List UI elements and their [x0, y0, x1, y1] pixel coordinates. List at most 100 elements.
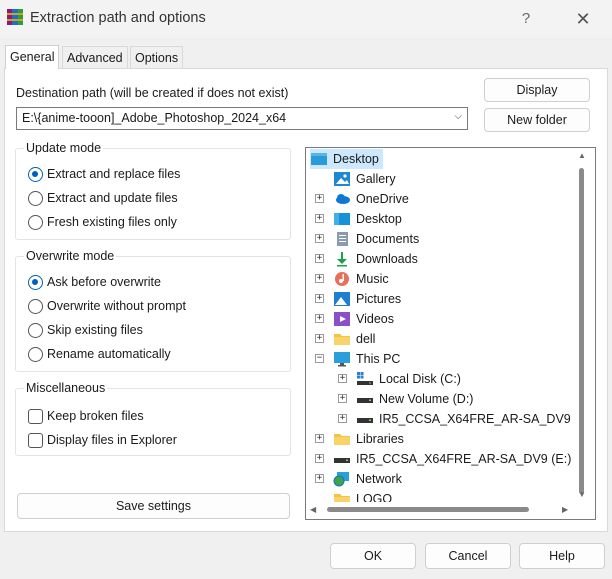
checkbox[interactable] — [28, 408, 43, 424]
tree-item-label: IR5_CCSA_X64FRE_AR-SA_DV9 (E:) — [356, 452, 572, 466]
new-folder-button[interactable]: New folder — [484, 108, 590, 132]
computer-icon — [334, 352, 350, 367]
expand-icon[interactable]: + — [315, 454, 324, 463]
tree-item-desktop[interactable]: Desktop — [333, 209, 402, 229]
expand-icon[interactable]: + — [315, 314, 324, 323]
tree-item-music[interactable]: Music — [333, 269, 389, 289]
scroll-right-icon[interactable]: ▶ — [562, 505, 568, 514]
tab-options[interactable]: Options — [130, 46, 184, 68]
tree-item-label: Network — [356, 472, 402, 486]
display-button[interactable]: Display — [484, 78, 590, 102]
scroll-up-icon[interactable]: ▲ — [578, 151, 586, 160]
tree-item-this-pc[interactable]: This PC — [333, 349, 400, 369]
tree-item-pictures[interactable]: Pictures — [333, 289, 401, 309]
checkbox-display-in-explorer[interactable]: Display files in Explorer — [28, 431, 177, 449]
tree-item-label: IR5_CCSA_X64FRE_AR-SA_DV9 ( — [379, 412, 579, 426]
expand-icon[interactable]: + — [315, 234, 324, 243]
expand-icon[interactable]: + — [315, 474, 324, 483]
expand-icon[interactable]: + — [315, 294, 324, 303]
expand-icon[interactable]: + — [315, 214, 324, 223]
tree-item-libraries[interactable]: Libraries — [333, 429, 404, 449]
radio-rename-automatically[interactable]: Rename automatically — [28, 345, 171, 363]
checkbox[interactable] — [28, 432, 43, 448]
radio-button[interactable] — [28, 298, 43, 314]
desktop-folder-icon — [334, 213, 350, 225]
tree-item-label: This PC — [356, 352, 401, 366]
collapse-icon[interactable]: − — [315, 354, 324, 363]
destination-path-value: E:\{anime-tooon]_Adobe_Photoshop_2024_x6… — [22, 111, 287, 125]
videos-icon — [334, 312, 350, 326]
folder-icon — [334, 334, 350, 345]
tree-item-onedrive[interactable]: OneDrive — [333, 189, 409, 209]
destination-path-combobox[interactable]: E:\{anime-tooon]_Adobe_Photoshop_2024_x6… — [16, 107, 468, 130]
tree-item-label: Pictures — [356, 292, 402, 306]
radio-label: Overwrite without prompt — [47, 299, 186, 313]
music-icon — [335, 272, 349, 286]
save-settings-button[interactable]: Save settings — [17, 493, 290, 519]
expand-icon[interactable]: + — [338, 374, 347, 383]
tree-item-label: Gallery — [356, 172, 396, 186]
vertical-scroll-thumb[interactable] — [579, 168, 584, 494]
expand-icon[interactable]: + — [315, 194, 324, 203]
radio-button[interactable] — [28, 214, 43, 230]
tree-item-label: Music — [356, 272, 389, 286]
radio-label: Rename automatically — [47, 347, 171, 361]
radio-label: Ask before overwrite — [47, 275, 161, 289]
tree-item-label: New Volume (D:) — [379, 392, 474, 406]
radio-skip-existing[interactable]: Skip existing files — [28, 321, 143, 339]
miscellaneous-title: Miscellaneous — [24, 381, 108, 395]
expand-icon[interactable]: + — [315, 274, 324, 283]
radio-button[interactable] — [28, 346, 43, 362]
tree-item-label: Documents — [356, 232, 420, 246]
tree-item-gallery[interactable]: Gallery — [333, 169, 396, 189]
folder-tree[interactable]: Desktop Gallery + OneDrive + Desktop + D… — [305, 147, 596, 520]
checkbox-keep-broken-files[interactable]: Keep broken files — [28, 407, 144, 425]
drive-icon — [334, 458, 350, 463]
tree-item-label: Videos — [356, 312, 394, 326]
tree-item-dell[interactable]: dell — [333, 329, 375, 349]
radio-overwrite-without-prompt[interactable]: Overwrite without prompt — [28, 297, 186, 315]
close-icon[interactable]: ✕ — [566, 6, 600, 32]
radio-ask-before-overwrite[interactable]: Ask before overwrite — [28, 273, 161, 291]
horizontal-scroll-thumb[interactable] — [327, 507, 529, 512]
expand-icon[interactable]: + — [315, 254, 324, 263]
radio-label: Fresh existing files only — [47, 215, 177, 229]
checkbox-label: Keep broken files — [47, 409, 144, 423]
checkbox-label: Display files in Explorer — [47, 433, 177, 447]
scroll-left-icon[interactable]: ◀ — [310, 505, 316, 514]
tree-item-ir5-drive-under-pc[interactable]: IR5_CCSA_X64FRE_AR-SA_DV9 ( — [356, 409, 578, 429]
scroll-down-icon[interactable]: ▼ — [578, 490, 586, 499]
radio-label: Skip existing files — [47, 323, 143, 337]
help-icon[interactable]: ? — [512, 6, 540, 32]
tree-item-desktop-root[interactable]: Desktop — [310, 149, 383, 169]
expand-icon[interactable]: + — [338, 394, 347, 403]
cancel-button[interactable]: Cancel — [425, 543, 511, 569]
tree-item-videos[interactable]: Videos — [333, 309, 394, 329]
title-bar: Extraction path and options ? ✕ — [0, 0, 612, 38]
tab-advanced[interactable]: Advanced — [62, 46, 128, 68]
ok-button[interactable]: OK — [330, 543, 416, 569]
tree-item-downloads[interactable]: Downloads — [333, 249, 418, 269]
tree-item-local-disk-c[interactable]: Local Disk (C:) — [356, 369, 461, 389]
documents-icon — [337, 232, 348, 246]
expand-icon[interactable]: + — [315, 334, 324, 343]
radio-button[interactable] — [28, 322, 43, 338]
tree-item-label: Desktop — [356, 212, 402, 226]
tree-item-documents[interactable]: Documents — [333, 229, 419, 249]
radio-button[interactable] — [28, 166, 43, 182]
tree-item-ir5-drive-e[interactable]: IR5_CCSA_X64FRE_AR-SA_DV9 (E:) — [333, 449, 571, 469]
expand-icon[interactable]: + — [338, 414, 347, 423]
radio-button[interactable] — [28, 190, 43, 206]
radio-button[interactable] — [28, 274, 43, 290]
radio-extract-replace[interactable]: Extract and replace files — [28, 165, 180, 183]
radio-extract-update[interactable]: Extract and update files — [28, 189, 178, 207]
overwrite-mode-title: Overwrite mode — [24, 249, 117, 263]
help-button[interactable]: Help — [519, 543, 605, 569]
chevron-down-icon[interactable]: ⌵ — [454, 111, 462, 122]
tree-item-label: dell — [356, 332, 376, 346]
radio-fresh-existing[interactable]: Fresh existing files only — [28, 213, 177, 231]
tree-item-network[interactable]: Network — [333, 469, 402, 489]
tab-general[interactable]: General — [5, 45, 60, 69]
expand-icon[interactable]: + — [315, 434, 324, 443]
tree-item-new-volume-d[interactable]: New Volume (D:) — [356, 389, 473, 409]
